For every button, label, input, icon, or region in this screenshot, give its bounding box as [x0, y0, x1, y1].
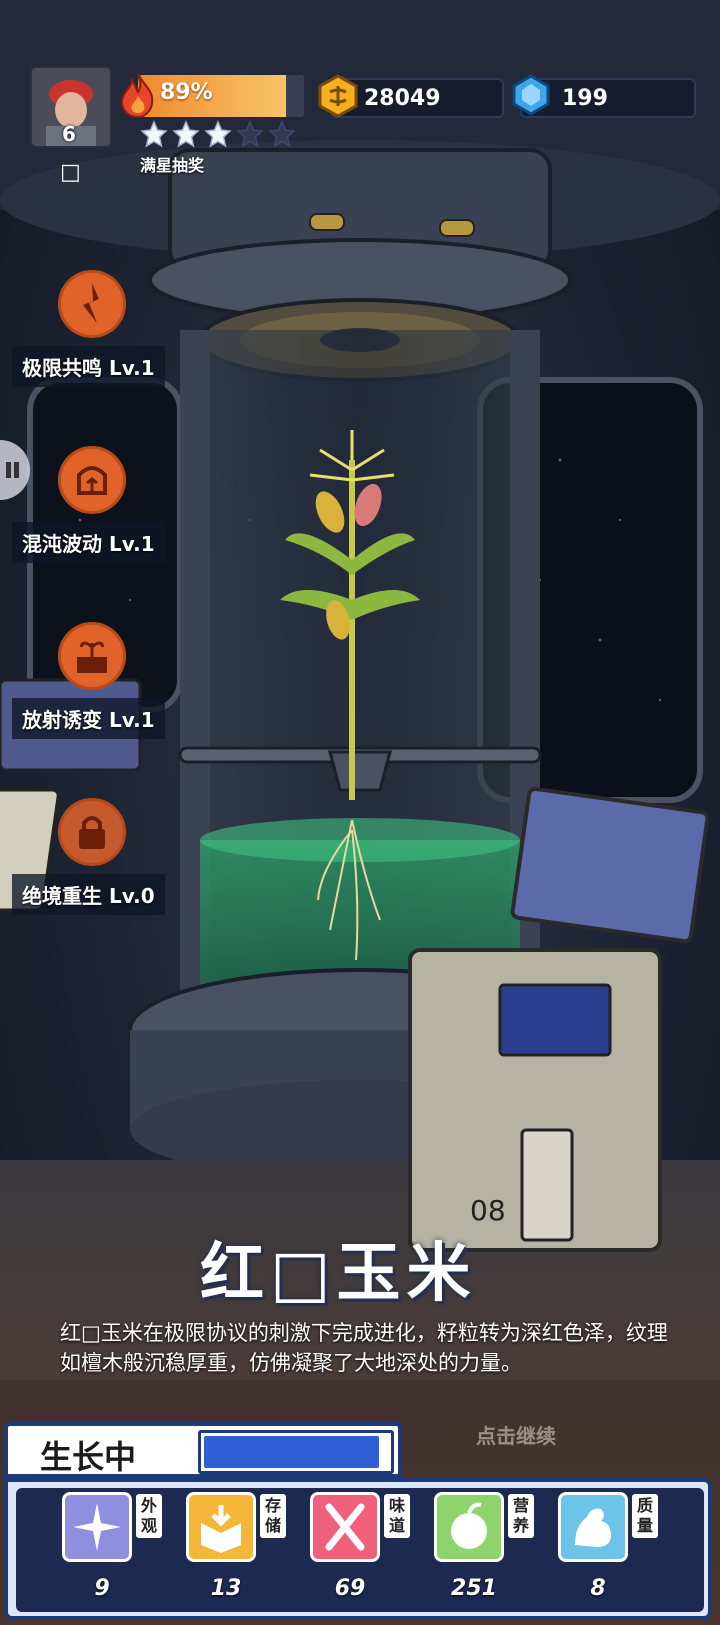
gem-value: 199: [562, 86, 608, 111]
box-icon: [186, 1492, 256, 1562]
skill-label: 放射诱变 Lv.1: [12, 698, 165, 739]
attribute-taste[interactable]: 味道 69: [310, 1492, 420, 1612]
attribute-value: 9: [94, 1576, 110, 1601]
lock-icon: [58, 798, 126, 866]
chaos-icon: [58, 446, 126, 514]
resonance-icon: [58, 270, 126, 338]
star-filled-icon: [204, 120, 232, 148]
star-filled-icon: [140, 120, 168, 148]
growth-progress-fill: [204, 1436, 379, 1468]
attribute-value: 251: [451, 1576, 497, 1601]
star-rating: [140, 120, 296, 148]
skill-label: 绝境重生 Lv.0: [12, 874, 165, 915]
attribute-tag: 味道: [384, 1494, 410, 1538]
muscle-icon: [558, 1492, 628, 1562]
star-empty-icon: [236, 120, 264, 148]
tap-to-continue[interactable]: 点击继续: [476, 1420, 556, 1449]
fire-icon: [120, 73, 154, 118]
attribute-tag: 外观: [136, 1494, 162, 1538]
plant-description: 红□玉米在极限协议的刺激下完成进化，籽粒转为深红色泽，纹理如檀木般沉稳厚重，仿佛…: [60, 1321, 668, 1375]
small-square[interactable]: □: [60, 160, 81, 185]
coin-value: 28049: [364, 86, 441, 111]
skill-extreme-resonance[interactable]: 极限共鸣 Lv.1: [0, 270, 180, 390]
coin-icon: [318, 74, 358, 118]
gem-icon: [512, 74, 550, 116]
energy-bar-empty: [285, 75, 304, 117]
full-star-draw-label[interactable]: 满星抽奖: [140, 152, 204, 176]
attribute-quality[interactable]: 质量 8: [558, 1492, 668, 1612]
skill-chaos-wave[interactable]: 混沌波动 Lv.1: [0, 446, 180, 566]
player-level: 6: [62, 122, 76, 146]
plant-name: 红□玉米: [200, 1237, 477, 1311]
skill-label: 混沌波动 Lv.1: [12, 522, 165, 563]
fruit-icon: [434, 1492, 504, 1562]
attribute-value: 8: [590, 1576, 606, 1601]
attribute-appearance[interactable]: 外观 9: [62, 1492, 172, 1612]
growth-status-label: 生长中: [40, 1438, 137, 1476]
skill-label: 极限共鸣 Lv.1: [12, 346, 165, 387]
attribute-nutrition[interactable]: 营养 251: [434, 1492, 544, 1612]
star-empty-icon: [268, 120, 296, 148]
sparkle-icon: [62, 1492, 132, 1562]
utensils-icon: [310, 1492, 380, 1562]
energy-percent: 89%: [160, 80, 213, 105]
attribute-value: 13: [210, 1576, 242, 1601]
attribute-tag: 存储: [260, 1494, 286, 1538]
skill-desperate-rebirth[interactable]: 绝境重生 Lv.0: [0, 798, 180, 918]
attribute-tag: 营养: [508, 1494, 534, 1538]
attribute-storage[interactable]: 存储 13: [186, 1492, 296, 1612]
radiation-icon: [58, 622, 126, 690]
star-filled-icon: [172, 120, 200, 148]
attribute-value: 69: [334, 1576, 366, 1601]
attribute-tag: 质量: [632, 1494, 658, 1538]
growth-progress-bar: [198, 1430, 394, 1474]
skill-radiation-mutation[interactable]: 放射诱变 Lv.1: [0, 622, 180, 742]
